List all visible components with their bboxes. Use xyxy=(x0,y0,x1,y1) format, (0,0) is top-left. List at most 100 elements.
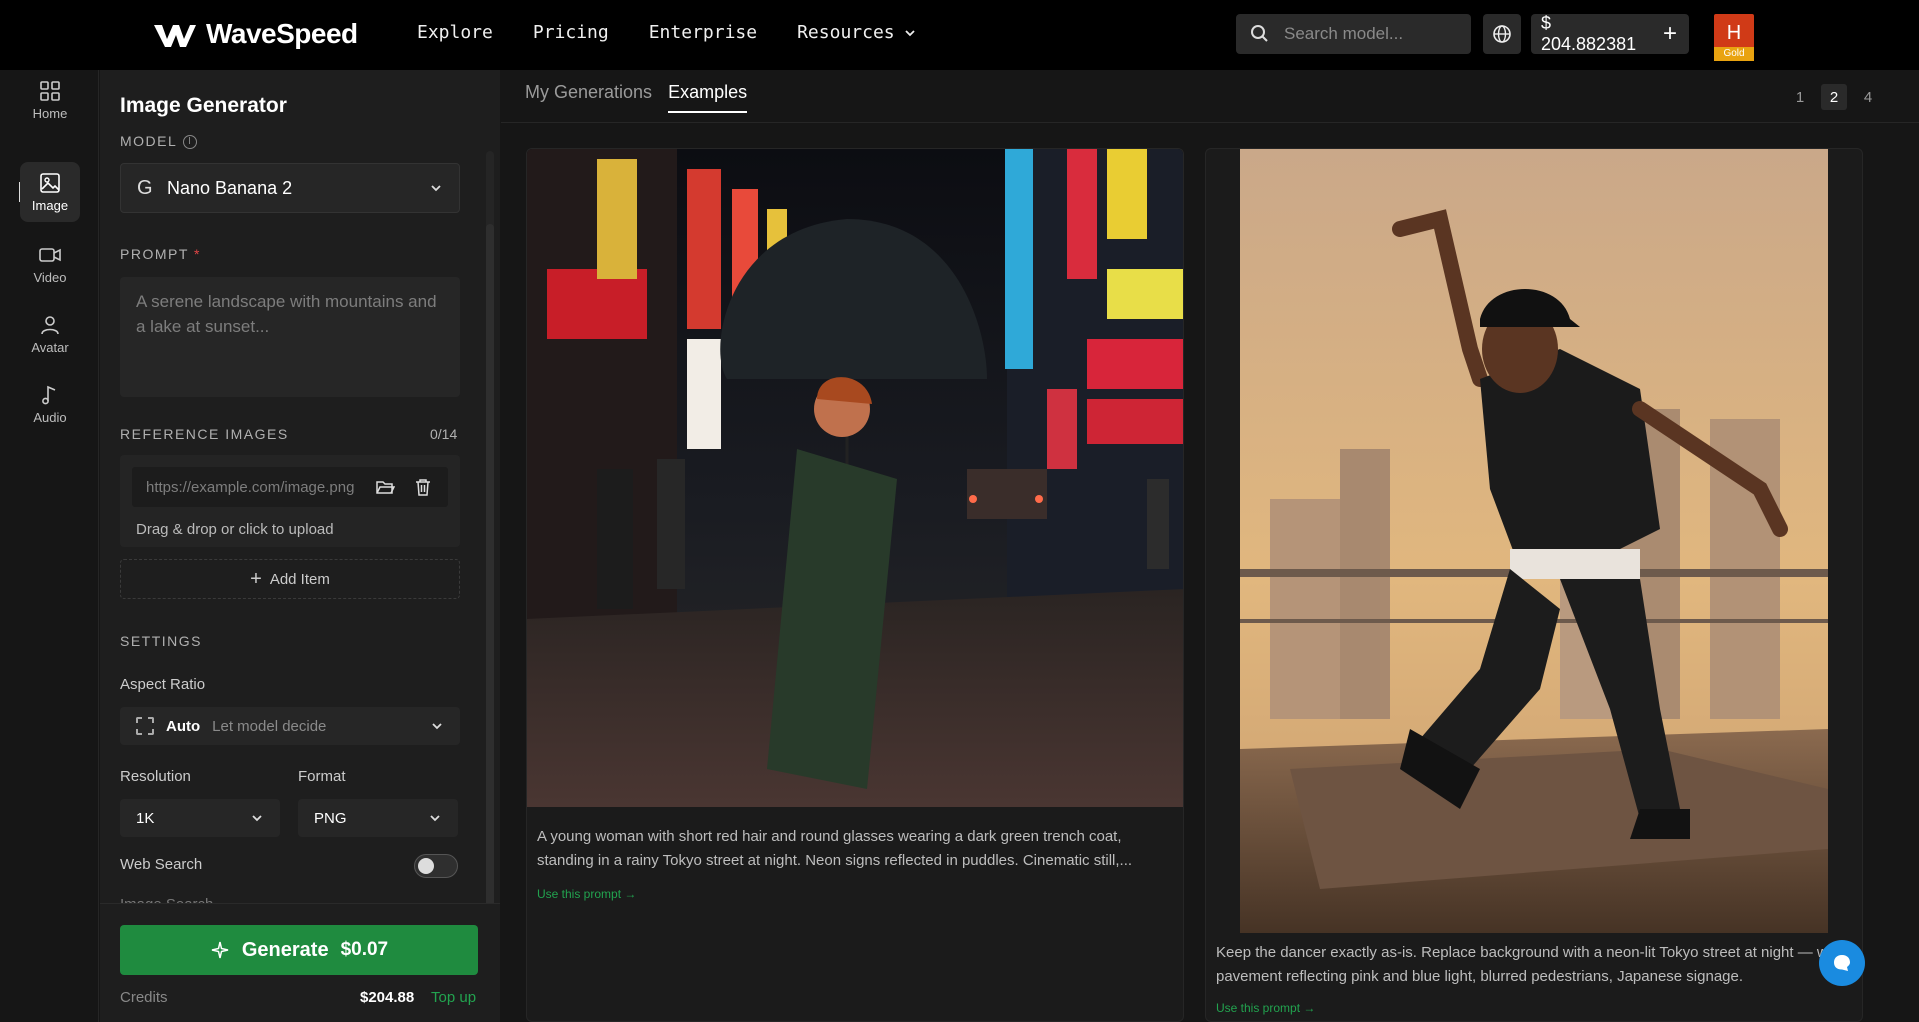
credits-value: $204.88 xyxy=(360,989,415,1006)
balance-value: $ 204.882381 xyxy=(1541,13,1637,54)
aspect-value: Auto xyxy=(166,717,201,735)
search-icon xyxy=(1251,25,1268,42)
required-mark: * xyxy=(194,246,201,262)
generate-price: $0.07 xyxy=(340,939,389,960)
nav-resources[interactable]: Resources xyxy=(797,22,917,43)
format-label: Format xyxy=(298,768,346,785)
wave-logo-icon xyxy=(154,25,196,47)
top-bar: WaveSpeed Explore Pricing Enterprise Res… xyxy=(0,0,1919,70)
web-search-toggle[interactable] xyxy=(414,854,458,878)
panel-scrollbar-thumb[interactable] xyxy=(486,224,494,914)
brand-logo[interactable]: WaveSpeed xyxy=(152,18,358,50)
user-icon xyxy=(41,315,59,334)
main-nav: Explore Pricing Enterprise Resources xyxy=(417,22,917,43)
example-image-art xyxy=(1240,149,1828,933)
info-icon[interactable]: i xyxy=(183,135,198,150)
nav-enterprise[interactable]: Enterprise xyxy=(649,22,757,43)
prompt-label-text: PROMPT xyxy=(120,246,189,262)
sidenav-avatar-label: Avatar xyxy=(31,339,69,355)
use-prompt-link[interactable]: Use this prompt → xyxy=(1216,1001,1315,1015)
chat-bubble-icon xyxy=(1834,955,1850,971)
nav-resources-label: Resources xyxy=(797,22,895,43)
aspect-sub: Let model decide xyxy=(212,717,327,735)
page-button[interactable]: 4 xyxy=(1855,84,1881,110)
example-card[interactable]: A young woman with short red hair and ro… xyxy=(526,148,1184,1022)
reference-upload-area[interactable]: Drag & drop or click to upload xyxy=(120,455,460,547)
example-card[interactable]: Keep the dancer exactly as-is. Replace b… xyxy=(1205,148,1863,1022)
music-icon xyxy=(42,385,56,404)
sidenav-home[interactable]: Home xyxy=(20,70,80,130)
sidenav-video-label: Video xyxy=(33,269,67,285)
model-label: MODEL i xyxy=(120,133,198,150)
page-button[interactable]: 1 xyxy=(1787,84,1813,110)
topup-link[interactable]: Top up xyxy=(431,989,476,1006)
page-button-active[interactable]: 2 xyxy=(1821,84,1847,110)
example-image-art xyxy=(527,149,1183,807)
reference-count: 0/14 xyxy=(430,426,458,442)
nav-pricing[interactable]: Pricing xyxy=(533,22,609,43)
reference-images-label: REFERENCE IMAGES xyxy=(120,426,289,442)
globe-icon xyxy=(1493,25,1511,43)
pagination: 1 2 4 xyxy=(1787,84,1881,110)
sparkle-icon xyxy=(211,941,229,959)
aspect-ratio-select[interactable]: Auto Let model decide xyxy=(120,707,460,745)
tabs-divider xyxy=(501,122,1919,123)
sidenav-avatar[interactable]: Avatar xyxy=(20,304,80,364)
add-item-button[interactable]: + Add Item xyxy=(120,559,460,599)
example-caption: A young woman with short red hair and ro… xyxy=(537,828,1133,869)
tab-examples[interactable]: Examples xyxy=(668,82,748,113)
tier-badge: Gold xyxy=(1714,47,1754,61)
resolution-value: 1K xyxy=(136,809,155,827)
example-caption: Keep the dancer exactly as-is. Replace b… xyxy=(1216,944,1841,985)
sidenav-image[interactable]: Image xyxy=(20,162,80,222)
aspect-ratio-icon xyxy=(136,717,154,735)
prompt-input[interactable] xyxy=(136,289,444,385)
chevron-down-icon xyxy=(905,29,915,36)
resolution-label: Resolution xyxy=(120,768,191,785)
reference-url-field xyxy=(132,467,448,507)
tab-my-generations[interactable]: My Generations xyxy=(525,82,652,113)
format-select[interactable]: PNG xyxy=(298,799,458,837)
sidenav-video[interactable]: Video xyxy=(20,234,80,294)
chevron-down-icon xyxy=(431,185,441,192)
folder-open-icon[interactable] xyxy=(366,467,404,507)
generate-label: Generate xyxy=(241,938,329,961)
panel-title: Image Generator xyxy=(120,94,287,117)
sidenav-image-label: Image xyxy=(31,197,69,213)
chevron-down-icon xyxy=(430,815,440,822)
sidenav-audio[interactable]: Audio xyxy=(20,374,80,434)
plus-icon: + xyxy=(250,567,262,590)
example-image-dancer[interactable] xyxy=(1240,149,1828,933)
grid-icon xyxy=(40,80,60,101)
generate-button[interactable]: Generate $0.07 xyxy=(120,925,478,975)
chat-support-button[interactable] xyxy=(1819,940,1865,986)
model-label-text: MODEL xyxy=(120,133,178,149)
resolution-select[interactable]: 1K xyxy=(120,799,280,837)
video-icon xyxy=(39,247,61,262)
prompt-label: PROMPT * xyxy=(120,246,201,262)
drag-drop-hint: Drag & drop or click to upload xyxy=(136,521,334,538)
chevron-down-icon xyxy=(432,723,442,730)
sidenav-audio-label: Audio xyxy=(33,409,67,425)
search-input[interactable] xyxy=(1284,24,1454,44)
example-image-rainy-street[interactable] xyxy=(527,149,1183,807)
user-avatar[interactable]: H Gold xyxy=(1714,14,1754,61)
gallery-tabs: My Generations Examples xyxy=(525,82,748,113)
chevron-down-icon xyxy=(252,815,262,822)
credits-label: Credits xyxy=(120,989,168,1006)
web-search-label: Web Search xyxy=(120,856,203,873)
use-prompt-link[interactable]: Use this prompt → xyxy=(537,887,636,901)
model-name: Nano Banana 2 xyxy=(167,177,293,198)
prompt-box xyxy=(120,277,460,397)
generate-footer: Generate $0.07 Credits $204.88 Top up xyxy=(100,903,500,1022)
model-provider-icon: G xyxy=(137,176,153,199)
brand-name: WaveSpeed xyxy=(206,18,358,49)
search-box[interactable] xyxy=(1236,14,1471,54)
trash-icon[interactable] xyxy=(404,467,442,507)
add-funds-button[interactable]: + xyxy=(1651,20,1689,48)
settings-label: SETTINGS xyxy=(120,633,203,649)
model-select[interactable]: G Nano Banana 2 xyxy=(120,163,460,213)
language-button[interactable] xyxy=(1483,14,1521,54)
nav-explore[interactable]: Explore xyxy=(417,22,493,43)
reference-url-input[interactable] xyxy=(146,478,366,496)
